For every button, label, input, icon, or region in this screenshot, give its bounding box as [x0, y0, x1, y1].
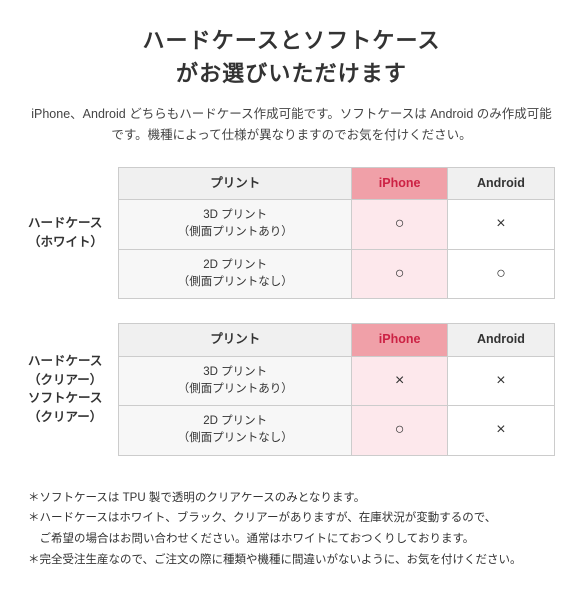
- section2: ハードケース（クリアー）ソフトケース（クリアー） プリント iPhone And…: [28, 323, 555, 456]
- section1-table: プリント iPhone Android 3D プリント（側面プリントあり）○×2…: [118, 167, 555, 300]
- section2-android-1: ×: [447, 406, 554, 456]
- section1-label: ハードケース（ホワイト）: [28, 167, 118, 300]
- main-title: ハードケースとソフトケース がお選びいただけます: [28, 24, 555, 90]
- section2-iphone-1: ○: [352, 406, 447, 456]
- note-0: ＊ソフトケースは TPU 製で透明のクリアケースのみとなります。: [28, 488, 555, 509]
- comparison-table: ハードケース（ホワイト） プリント iPhone Android 3D プリント…: [28, 167, 555, 470]
- col-iphone-header2: iPhone: [352, 324, 447, 357]
- note-1: ＊ハードケースはホワイト、ブラック、クリアーがありますが、在庫状況が変動するので…: [28, 508, 555, 549]
- section1-android-1: ○: [447, 249, 554, 299]
- notes-section: ＊ソフトケースは TPU 製で透明のクリアケースのみとなります。＊ハードケースは…: [28, 488, 555, 571]
- section1-row-label-1: 2D プリント（側面プリントなし）: [119, 249, 352, 299]
- section2-label: ハードケース（クリアー）ソフトケース（クリアー）: [28, 323, 118, 456]
- section1-iphone-1: ○: [352, 249, 447, 299]
- col-print-header: プリント: [119, 167, 352, 200]
- section2-row-label-1: 2D プリント（側面プリントなし）: [119, 406, 352, 456]
- section2-android-0: ×: [447, 356, 554, 406]
- section1: ハードケース（ホワイト） プリント iPhone Android 3D プリント…: [28, 167, 555, 300]
- section1-row-label-0: 3D プリント（側面プリントあり）: [119, 200, 352, 250]
- note-2: ＊完全受注生産なので、ご注文の際に種類や機種に間違いがないように、お気を付けくだ…: [28, 550, 555, 571]
- col-android-header2: Android: [447, 324, 554, 357]
- col-iphone-header: iPhone: [352, 167, 447, 200]
- subtitle: iPhone、Android どちらもハードケース作成可能です。ソフトケースは …: [28, 104, 555, 147]
- section2-table: プリント iPhone Android 3D プリント（側面プリントあり）××2…: [118, 323, 555, 456]
- section2-row-label-0: 3D プリント（側面プリントあり）: [119, 356, 352, 406]
- section2-iphone-0: ×: [352, 356, 447, 406]
- section1-iphone-0: ○: [352, 200, 447, 250]
- section1-android-0: ×: [447, 200, 554, 250]
- col-print-header2: プリント: [119, 324, 352, 357]
- col-android-header: Android: [447, 167, 554, 200]
